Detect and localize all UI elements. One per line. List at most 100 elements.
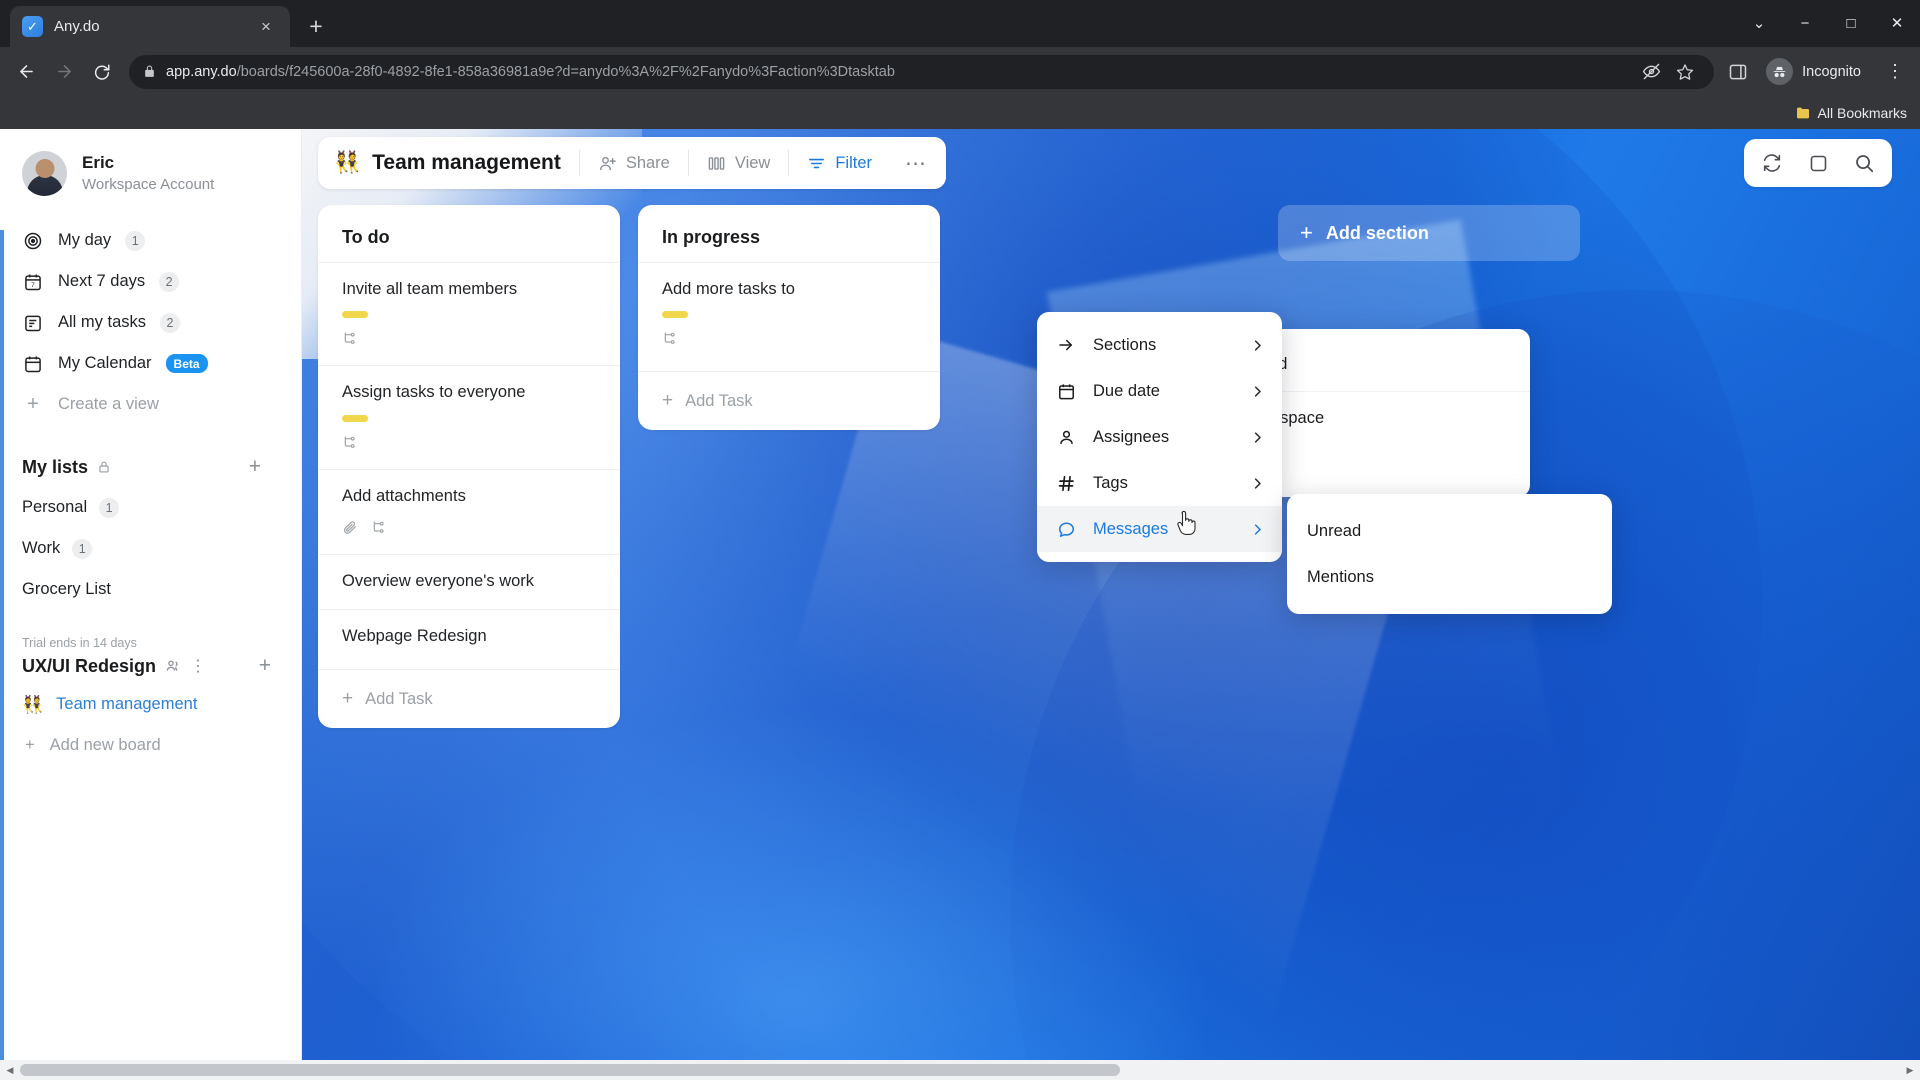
minimize-button[interactable]: − — [1782, 0, 1828, 46]
add-task-button[interactable]: + Add Task — [638, 371, 940, 416]
reload-icon[interactable] — [84, 54, 120, 90]
menu-item-label: Assignees — [1093, 427, 1170, 446]
star-icon[interactable] — [1670, 57, 1700, 87]
chevron-down-icon[interactable]: ⌄ — [1736, 0, 1782, 46]
sidebar-item-label: All my tasks — [58, 313, 147, 331]
plus-icon[interactable]: + — [249, 455, 261, 479]
browser-window: ✓ Any.do × + ⌄ − □ ✕ app.any.do/boards/f… — [0, 0, 1920, 1080]
sidebar-item-label: My day — [58, 231, 112, 249]
browser-tab[interactable]: ✓ Any.do × — [10, 6, 290, 47]
add-task-label: Add Task — [685, 391, 753, 410]
column-todo: To do Invite all team members Assign tas… — [318, 205, 620, 729]
add-task-button[interactable]: + Add Task — [318, 669, 620, 714]
avatar — [22, 151, 67, 196]
view-button[interactable]: View — [689, 137, 788, 189]
list-item-label: Grocery List — [22, 580, 111, 598]
add-section-button[interactable]: + Add section — [1278, 205, 1580, 261]
new-tab-button[interactable]: + — [299, 9, 333, 43]
list-item-label: Personal — [22, 498, 88, 516]
list-item[interactable]: Personal 1 — [0, 487, 301, 528]
task-card[interactable]: Assign tasks to everyone — [318, 365, 620, 468]
list-icon — [22, 312, 44, 334]
trial-notice: Trial ends in 14 days — [22, 636, 137, 650]
list-item[interactable]: Grocery List — [0, 569, 301, 610]
add-workspace-item-icon[interactable]: + — [259, 654, 271, 678]
sync-icon[interactable] — [1750, 141, 1794, 185]
eye-off-icon[interactable] — [1636, 57, 1666, 87]
bookmarks-bar: All Bookmarks — [0, 96, 1920, 129]
scrollbar-track[interactable] — [20, 1060, 1900, 1080]
kebab-menu-icon[interactable]: ⋮ — [1878, 55, 1912, 89]
task-icons — [662, 330, 916, 351]
calendar-icon — [22, 353, 44, 375]
board-header: 👯 Team management Share View Filter ⋯ — [318, 137, 946, 189]
menu-item-messages[interactable]: Messages — [1037, 506, 1282, 552]
task-card[interactable]: Add more tasks to — [638, 262, 940, 365]
sidebar-item-label: My Calendar — [58, 354, 152, 372]
calendar-icon — [1055, 382, 1077, 401]
close-icon[interactable]: × — [254, 15, 278, 39]
all-bookmarks-button[interactable]: All Bookmarks — [1795, 105, 1907, 121]
filter-button[interactable]: Filter — [789, 137, 890, 189]
scroll-right-arrow-icon[interactable]: ▶ — [1900, 1060, 1920, 1080]
people-emoji-icon: 👯 — [22, 694, 44, 714]
submenu-item-mentions[interactable]: Mentions — [1287, 554, 1612, 600]
plus-icon: + — [27, 393, 39, 415]
address-bar[interactable]: app.any.do/boards/f245600a-28f0-4892-8fe… — [129, 54, 1715, 89]
plus-icon: + — [662, 390, 674, 412]
badge-count: 1 — [99, 497, 120, 518]
people-icon[interactable] — [165, 658, 181, 674]
task-card[interactable]: Invite all team members — [318, 262, 620, 365]
chevron-right-icon — [1250, 430, 1265, 445]
share-button[interactable]: Share — [580, 137, 688, 189]
workspace-more-icon[interactable]: ⋮ — [190, 656, 206, 676]
menu-item-sections[interactable]: Sections — [1037, 322, 1282, 368]
menu-item-label: Sections — [1093, 335, 1157, 354]
task-card[interactable]: Add attachments — [318, 468, 620, 554]
sidebar-item-next-7-days[interactable]: 7 Next 7 days 2 — [0, 261, 301, 302]
sidebar-item-my-calendar[interactable]: My Calendar Beta — [0, 343, 301, 384]
board-label: Team management — [56, 695, 198, 713]
menu-item-tags[interactable]: Tags — [1037, 460, 1282, 506]
square-icon[interactable] — [1796, 141, 1840, 185]
filter-dropdown: Sections Due date Assignees Tags Message… — [1037, 312, 1282, 562]
maximize-button[interactable]: □ — [1828, 0, 1874, 46]
side-panel-icon[interactable] — [1723, 57, 1753, 87]
horizontal-scrollbar[interactable]: ◀ ▶ — [0, 1060, 1920, 1080]
task-icons — [342, 330, 596, 351]
submenu-item-unread[interactable]: Unread — [1287, 508, 1612, 554]
plus-icon: + — [1300, 220, 1313, 245]
menu-item-label: Tags — [1093, 473, 1128, 492]
task-card[interactable]: Webpage Redesign — [318, 608, 620, 663]
search-icon[interactable] — [1842, 141, 1886, 185]
lock-icon — [97, 460, 111, 474]
board-more-button[interactable]: ⋯ — [890, 137, 942, 189]
filter-icon — [807, 154, 826, 173]
sidebar-profile[interactable]: Eric Workspace Account — [0, 129, 301, 216]
back-icon[interactable] — [8, 54, 44, 90]
sidebar-board-team-management[interactable]: 👯 Team management — [0, 684, 301, 725]
task-card[interactable]: Overview everyone's work — [318, 554, 620, 608]
menu-item-due-date[interactable]: Due date — [1037, 368, 1282, 414]
incognito-profile-button[interactable]: Incognito — [1761, 55, 1874, 89]
scroll-left-arrow-icon[interactable]: ◀ — [0, 1060, 20, 1080]
url-text: app.any.do/boards/f245600a-28f0-4892-8fe… — [166, 64, 1626, 80]
create-view-button[interactable]: + Create a view — [0, 384, 301, 425]
forward-icon[interactable] — [46, 54, 82, 90]
sidebar-item-all-my-tasks[interactable]: All my tasks 2 — [0, 302, 301, 343]
url-host: app.any.do — [166, 63, 237, 80]
menu-item-assignees[interactable]: Assignees — [1037, 414, 1282, 460]
window-controls: ⌄ − □ ✕ — [1736, 0, 1920, 46]
profile-name: Eric — [82, 152, 115, 172]
list-item[interactable]: Work 1 — [0, 528, 301, 569]
folder-icon — [1795, 105, 1811, 121]
scrollbar-thumb[interactable] — [20, 1064, 1120, 1076]
add-new-board-button[interactable]: + Add new board — [0, 725, 301, 766]
subtask-icon — [662, 330, 678, 351]
column-title: To do — [342, 227, 390, 247]
sidebar-item-my-day[interactable]: My day 1 — [0, 220, 301, 261]
board-area: 👯 Team management Share View Filter ⋯ To… — [302, 129, 1920, 1080]
status-badge: Beta — [165, 354, 208, 373]
tag-pill — [662, 311, 688, 319]
window-close-button[interactable]: ✕ — [1874, 0, 1920, 46]
